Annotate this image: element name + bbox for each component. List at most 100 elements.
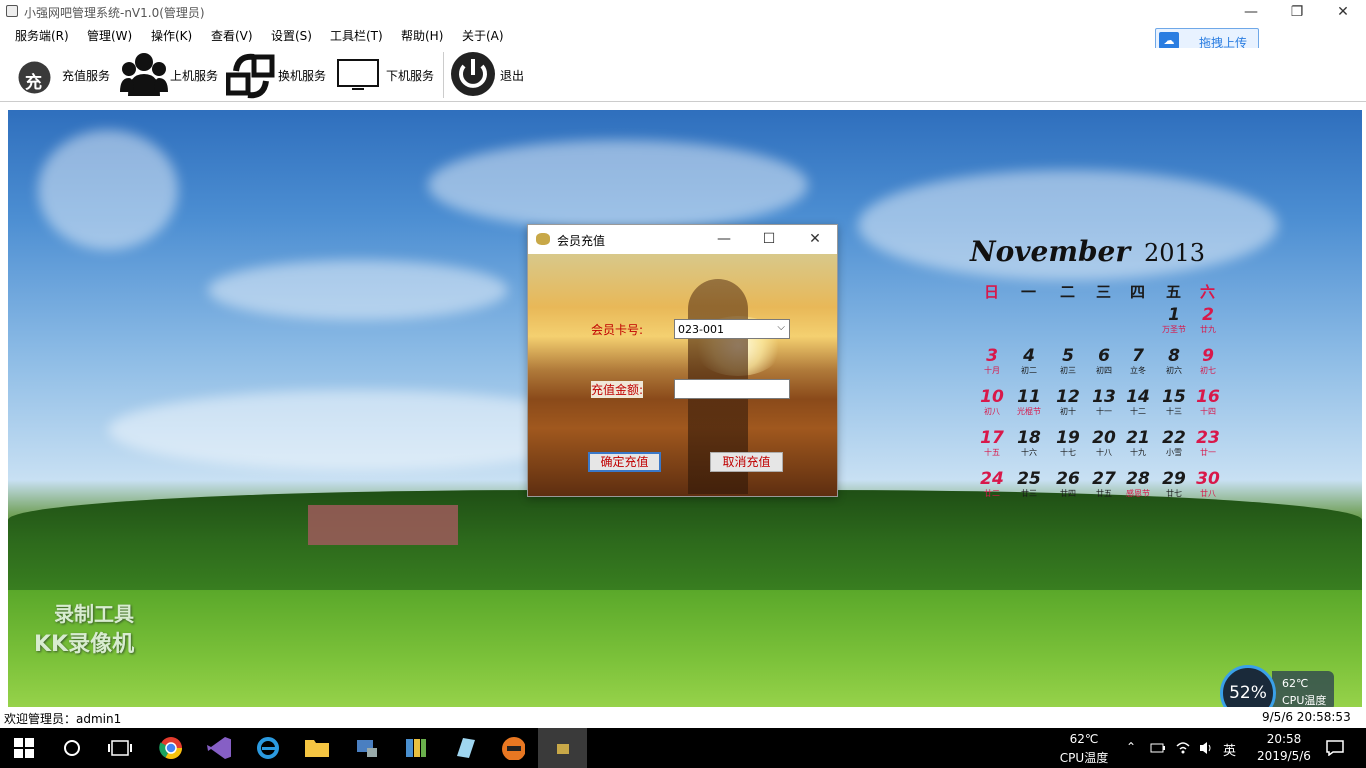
cloud bbox=[428, 140, 808, 230]
calendar-day: 4 初二 bbox=[1021, 346, 1037, 375]
menu-settings[interactable]: 设置(S) bbox=[271, 27, 312, 44]
logout-service-button[interactable]: 下机服务 bbox=[336, 48, 440, 102]
cloud bbox=[208, 260, 508, 320]
switch-icon bbox=[226, 53, 275, 99]
cpu-temp-panel: 62℃ CPU温度 bbox=[1272, 671, 1334, 711]
calendar-weekday: 六 bbox=[1200, 283, 1216, 301]
chrome-icon[interactable] bbox=[159, 736, 183, 760]
confirm-recharge-button[interactable]: 确定充值 bbox=[588, 452, 661, 472]
cancel-recharge-button[interactable]: 取消充值 bbox=[710, 452, 783, 472]
recorder-app-icon[interactable] bbox=[501, 736, 525, 760]
calendar-day: 5 初三 bbox=[1060, 346, 1076, 375]
grass-field bbox=[8, 590, 1362, 707]
app-window: 小强网吧管理系统-nV1.0(管理员) — ❐ ✕ 服务端(R) 管理(W) 操… bbox=[0, 0, 1366, 768]
exit-label: 退出 bbox=[500, 69, 525, 83]
power-icon bbox=[451, 52, 495, 96]
calendar-day: 19 十七 bbox=[1056, 428, 1080, 457]
ime-indicator[interactable]: 英 bbox=[1223, 740, 1236, 759]
volume-icon[interactable] bbox=[1198, 740, 1214, 756]
calendar-day: 12 初十 bbox=[1056, 387, 1080, 416]
dialog-title: 会员充值 bbox=[557, 234, 606, 248]
datetime-status: 9/5/6 20:58:53 bbox=[1262, 710, 1351, 724]
windows-start-icon[interactable] bbox=[14, 738, 38, 762]
dialog-minimize-button[interactable]: — bbox=[712, 229, 736, 249]
calendar-day: 13 十一 bbox=[1092, 387, 1116, 416]
status-bar: 欢迎管理员：admin1 9/5/6 20:58:53 bbox=[0, 707, 1366, 727]
watermark-line2: KK录像机 bbox=[34, 632, 135, 657]
network-app-icon[interactable] bbox=[355, 736, 379, 760]
menu-manage[interactable]: 管理(W) bbox=[87, 27, 132, 44]
welcome-status: 欢迎管理员：admin1 bbox=[4, 712, 122, 726]
search-icon[interactable] bbox=[62, 738, 86, 762]
internet-explorer-icon[interactable] bbox=[256, 736, 280, 760]
calendar-day: 1 万圣节 bbox=[1162, 305, 1186, 334]
active-app-tab[interactable] bbox=[538, 728, 587, 768]
calendar-day: 28 感恩节 bbox=[1126, 469, 1150, 498]
houses bbox=[308, 505, 458, 545]
calendar-month: November bbox=[970, 235, 1131, 268]
clock-date[interactable]: 2019/5/6 bbox=[1243, 749, 1325, 763]
file-explorer-icon[interactable] bbox=[305, 736, 329, 760]
card-number-select[interactable]: 023-001 ⌵ bbox=[674, 319, 790, 339]
dialog-maximize-button[interactable]: ☐ bbox=[757, 229, 781, 249]
battery-icon[interactable] bbox=[1150, 741, 1166, 755]
dialog-app-icon bbox=[536, 233, 550, 245]
calendar-day: 26 廿四 bbox=[1056, 469, 1080, 498]
menu-operate[interactable]: 操作(K) bbox=[151, 27, 192, 44]
chevron-up-icon[interactable]: ⌃ bbox=[1126, 740, 1136, 754]
visual-studio-icon[interactable] bbox=[207, 736, 231, 760]
card-number-value: 023-001 bbox=[678, 323, 724, 336]
calendar-weekday: 四 bbox=[1130, 283, 1146, 301]
amount-label: 充值金额: bbox=[591, 381, 644, 398]
dialog-close-button[interactable]: ✕ bbox=[803, 229, 827, 249]
clock-time[interactable]: 20:58 bbox=[1248, 732, 1320, 746]
switch-label: 换机服务 bbox=[278, 69, 327, 83]
title-bar: 小强网吧管理系统-nV1.0(管理员) — ❐ ✕ bbox=[0, 0, 1366, 24]
calendar-day: 20 十八 bbox=[1092, 428, 1116, 457]
restore-button[interactable]: ❐ bbox=[1274, 0, 1320, 24]
menu-help[interactable]: 帮助(H) bbox=[401, 27, 443, 44]
calendar-day: 29 廿七 bbox=[1162, 469, 1186, 498]
switch-service-button[interactable]: 换机服务 bbox=[226, 48, 330, 102]
calendar-day: 8 初六 bbox=[1166, 346, 1182, 375]
calendar-day: 30 廿八 bbox=[1196, 469, 1220, 498]
recharge-service-button[interactable]: 充 充值服务 bbox=[18, 48, 114, 102]
amount-input[interactable] bbox=[674, 379, 790, 399]
books-app-icon[interactable] bbox=[404, 736, 428, 760]
calendar-day: 10 初八 bbox=[980, 387, 1004, 416]
recharge-icon-text: 充 bbox=[25, 73, 42, 93]
cpu-temp-value: 62℃ bbox=[1282, 677, 1309, 690]
notes-app-icon[interactable] bbox=[453, 736, 477, 760]
menu-about[interactable]: 关于(A) bbox=[462, 27, 504, 44]
calendar-day: 24 廿二 bbox=[980, 469, 1004, 498]
calendar-day: 17 十五 bbox=[980, 428, 1004, 457]
menu-server[interactable]: 服务端(R) bbox=[15, 27, 69, 44]
close-button[interactable]: ✕ bbox=[1320, 0, 1366, 24]
monitor-icon bbox=[337, 59, 379, 90]
task-view-icon[interactable] bbox=[108, 738, 132, 762]
calendar-day: 16 十四 bbox=[1196, 387, 1220, 416]
exit-button[interactable]: 退出 bbox=[450, 48, 530, 102]
watermark-line1: 录制工具 bbox=[54, 602, 134, 626]
login-label: 上机服务 bbox=[170, 69, 219, 83]
calendar-day: 25 廿三 bbox=[1017, 469, 1041, 498]
cloud bbox=[38, 130, 178, 250]
calendar-weekday: 日 bbox=[984, 283, 1000, 301]
chevron-down-icon: ⌵ bbox=[777, 322, 785, 333]
calendar-day: 11 光棍节 bbox=[1017, 387, 1041, 416]
recharge-label: 充值服务 bbox=[62, 69, 111, 83]
calendar-weekday: 一 bbox=[1021, 283, 1037, 301]
calendar-weekday: 二 bbox=[1060, 283, 1076, 301]
menu-view[interactable]: 查看(V) bbox=[211, 27, 253, 44]
calendar-day: 7 立冬 bbox=[1130, 346, 1146, 375]
calendar-day: 14 十二 bbox=[1126, 387, 1150, 416]
menu-toolbar[interactable]: 工具栏(T) bbox=[330, 27, 383, 44]
login-service-button[interactable]: 上机服务 bbox=[120, 48, 220, 102]
logout-label: 下机服务 bbox=[386, 69, 435, 83]
minimize-button[interactable]: — bbox=[1228, 0, 1274, 24]
app-icon bbox=[6, 5, 18, 17]
calendar-day: 23 廿一 bbox=[1196, 428, 1220, 457]
notification-icon[interactable] bbox=[1326, 740, 1344, 756]
wifi-icon[interactable] bbox=[1175, 740, 1191, 756]
taskbar-cpu-label: CPU温度 bbox=[1059, 751, 1109, 765]
